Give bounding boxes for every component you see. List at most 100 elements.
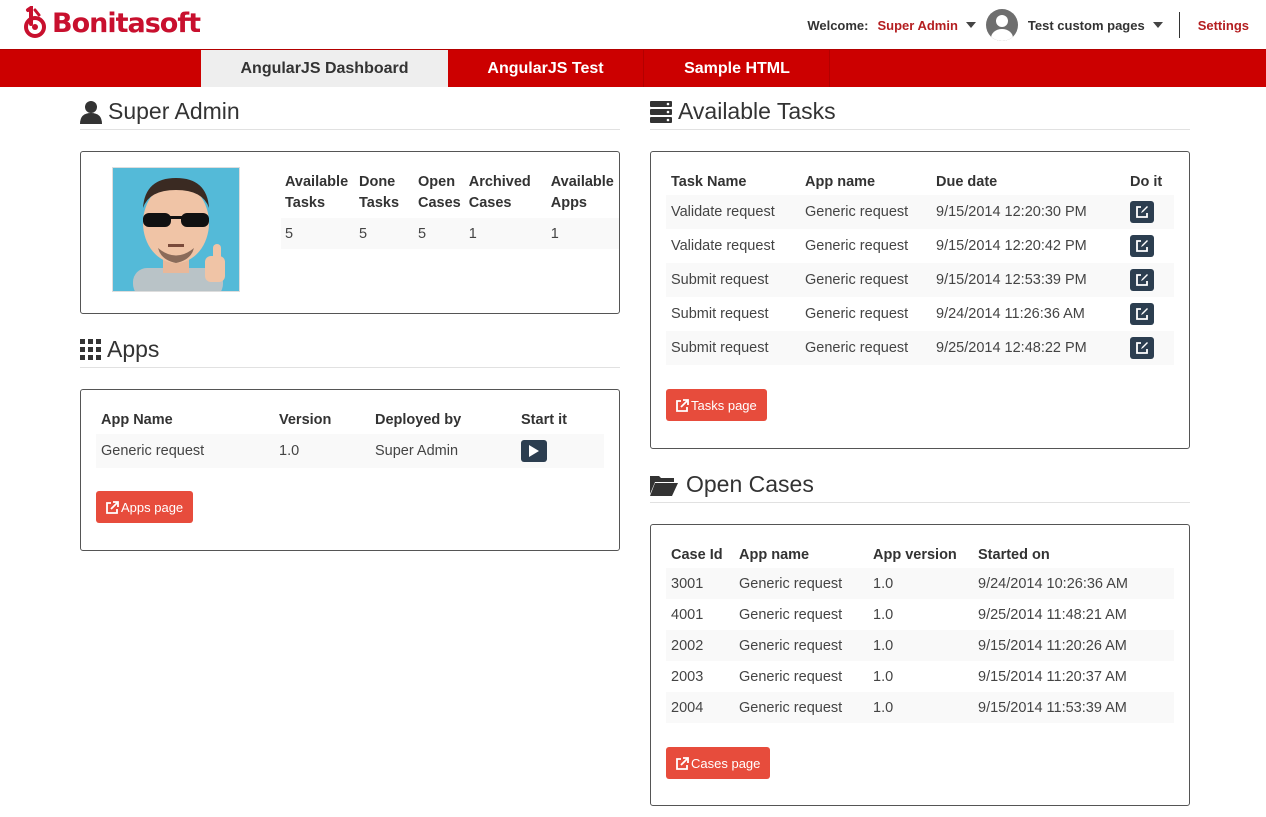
tab-angularjs-test[interactable]: AngularJS Test	[448, 50, 644, 87]
deployed-by-cell: Super Admin	[370, 434, 516, 468]
case-id-cell: 2004	[666, 692, 734, 723]
external-link-icon	[676, 756, 689, 770]
tasks-panel: Task Name App name Due date Do it Valida…	[650, 151, 1190, 449]
table-row: Validate request Generic request 9/15/20…	[666, 195, 1174, 229]
tasks-page-label: Tasks page	[691, 397, 757, 413]
apps-page-button[interactable]: Apps page	[96, 491, 194, 523]
logo-text: Bonitasoft	[52, 7, 201, 39]
col-version: Version	[279, 412, 332, 428]
edit-icon	[1136, 342, 1148, 354]
table-row: Submit request Generic request 9/15/2014…	[666, 263, 1174, 297]
case-version-cell: 1.0	[873, 606, 894, 623]
task-due-cell: 9/25/2014 12:48:22 PM	[931, 331, 1125, 365]
table-row: 2002 Generic request 1.0 9/15/2014 11:20…	[666, 630, 1174, 661]
profile-section-title: Super Admin	[80, 94, 620, 130]
col-started-on: Started on	[978, 547, 1050, 563]
open-cases-value: 5	[414, 218, 465, 249]
grid-icon	[80, 339, 101, 360]
case-app-cell: Generic request	[734, 630, 868, 661]
task-app-cell: Generic request	[800, 195, 931, 229]
case-app-cell: Generic request	[734, 568, 868, 599]
task-due-cell: 9/15/2014 12:20:42 PM	[936, 238, 1087, 254]
case-started-cell: 9/25/2014 11:48:21 AM	[978, 606, 1127, 623]
cases-section-title: Open Cases	[650, 467, 1190, 503]
settings-link[interactable]: Settings	[1198, 18, 1249, 33]
table-row: Validate request Generic request 9/15/20…	[666, 229, 1174, 263]
task-due-cell: 9/24/2014 11:26:36 AM	[936, 306, 1085, 322]
external-link-icon	[676, 398, 689, 412]
cases-table: Case Id App name App version Started on …	[666, 543, 1174, 723]
tasks-table: Task Name App name Due date Do it Valida…	[666, 170, 1174, 365]
bonitasoft-logo[interactable]: Bonitasoft	[20, 6, 201, 40]
tasks-section-title: Available Tasks	[650, 94, 1190, 130]
case-version-cell: 1.0	[868, 568, 973, 599]
table-row: 3001 Generic request 1.0 9/24/2014 10:26…	[666, 568, 1174, 599]
task-name-cell: Validate request	[671, 238, 775, 254]
tab-angularjs-dashboard[interactable]: AngularJS Dashboard	[201, 50, 448, 87]
col-task-name: Task Name	[671, 174, 747, 190]
case-id-cell: 2002	[666, 630, 734, 661]
profile-stats-table: Available Tasks Done Tasks Open Cases Ar…	[281, 172, 619, 249]
tasks-page-button[interactable]: Tasks page	[666, 389, 767, 421]
tasks-title: Available Tasks	[678, 98, 836, 124]
user-menu[interactable]: Super Admin	[877, 18, 957, 33]
profile-avatar	[112, 167, 240, 292]
task-app-cell: Generic request	[805, 306, 909, 322]
edit-icon	[1136, 308, 1148, 320]
cases-page-label: Cases page	[691, 755, 761, 771]
edit-icon	[1136, 274, 1148, 286]
table-row: 2004 Generic request 1.0 9/15/2014 11:53…	[666, 692, 1174, 723]
case-version-cell: 1.0	[873, 668, 894, 685]
cases-title: Open Cases	[686, 471, 814, 497]
do-task-button[interactable]	[1130, 303, 1154, 325]
app-selector-caret-icon[interactable]	[1152, 22, 1163, 28]
divider	[1178, 12, 1180, 38]
col-available-tasks: Available Tasks	[285, 174, 349, 211]
done-tasks-value: 5	[355, 218, 414, 249]
case-id-cell: 2003	[671, 668, 704, 685]
table-row: 4001 Generic request 1.0 9/25/2014 11:48…	[666, 599, 1174, 630]
task-name-cell: Submit request	[666, 331, 800, 365]
case-app-cell: Generic request	[734, 692, 868, 723]
profile-title: Super Admin	[108, 98, 240, 124]
task-due-cell: 9/15/2014 12:20:30 PM	[931, 195, 1125, 229]
archived-cases-value: 1	[464, 218, 547, 249]
case-app-cell: Generic request	[739, 606, 843, 623]
case-started-cell: 9/15/2014 11:20:26 AM	[973, 630, 1174, 661]
task-app-cell: Generic request	[800, 263, 931, 297]
user-area: Welcome: Super Admin Test custom pages S…	[807, 9, 1249, 41]
do-task-button[interactable]	[1130, 201, 1154, 223]
col-due-date: Due date	[936, 174, 998, 190]
edit-icon	[1136, 206, 1148, 218]
apps-section-title: Apps	[80, 332, 620, 368]
col-available-apps: Available Apps	[550, 174, 614, 211]
do-task-button[interactable]	[1130, 269, 1154, 291]
case-started-cell: 9/15/2014 11:20:37 AM	[978, 668, 1127, 685]
top-bar: Bonitasoft Welcome: Super Admin Test cus…	[0, 0, 1266, 49]
start-app-button[interactable]	[521, 440, 547, 462]
cartoon-avatar-icon	[113, 168, 239, 291]
col-app-version: App version	[873, 547, 957, 563]
user-menu-caret-icon[interactable]	[965, 22, 976, 28]
task-name-cell: Submit request	[671, 306, 769, 322]
external-link-icon	[106, 500, 119, 514]
tasks-list-icon	[650, 100, 672, 123]
col-archived-cases: Archived Cases	[468, 174, 531, 211]
apps-table: App Name Version Deployed by Start it Ge…	[96, 408, 604, 468]
case-started-cell: 9/24/2014 10:26:36 AM	[973, 568, 1174, 599]
col-deployed-by: Deployed by	[375, 412, 462, 428]
app-selector[interactable]: Test custom pages	[1028, 18, 1145, 33]
cases-page-button[interactable]: Cases page	[666, 747, 771, 779]
case-version-cell: 1.0	[868, 630, 973, 661]
do-task-button[interactable]	[1130, 337, 1154, 359]
col-start-it: Start it	[521, 412, 567, 428]
do-task-button[interactable]	[1130, 235, 1154, 257]
col-task-app-name: App name	[805, 174, 876, 190]
col-do-it: Do it	[1130, 174, 1163, 190]
col-case-app-name: App name	[739, 547, 810, 563]
tab-sample-html[interactable]: Sample HTML	[645, 50, 830, 87]
col-case-id: Case Id	[671, 547, 723, 563]
table-row: 2003 Generic request 1.0 9/15/2014 11:20…	[666, 661, 1174, 692]
table-row: Submit request Generic request 9/25/2014…	[666, 331, 1174, 365]
play-icon	[529, 445, 539, 457]
